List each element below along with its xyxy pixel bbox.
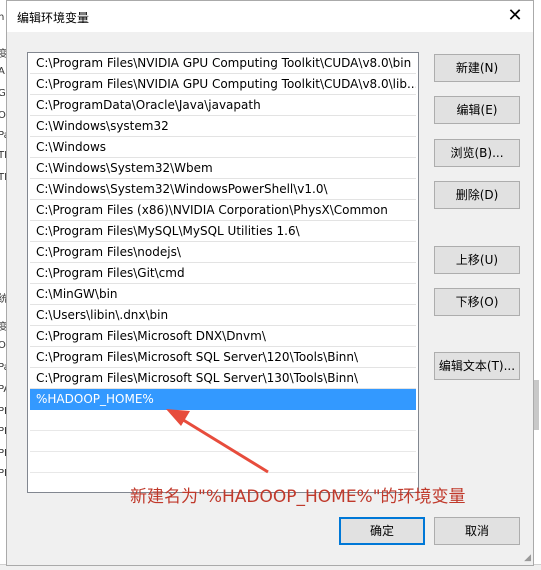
- ok-button[interactable]: 确定: [339, 517, 425, 545]
- background-window-glyph: O: [0, 110, 6, 121]
- close-icon[interactable]: ✕: [501, 3, 529, 29]
- path-list-item[interactable]: %HADOOP_HOME%: [30, 389, 416, 410]
- delete-button[interactable]: 删除(D): [434, 181, 520, 209]
- move-up-button[interactable]: 上移(U): [434, 246, 520, 274]
- path-list-item[interactable]: C:\Program Files\MySQL\MySQL Utilities 1…: [30, 221, 416, 242]
- path-list-item[interactable]: C:\Program Files\NVIDIA GPU Computing To…: [30, 74, 416, 95]
- dialog-titlebar: 编辑环境变量 ✕: [7, 1, 533, 32]
- path-list-item[interactable]: C:\Windows\system32: [30, 116, 416, 137]
- new-button[interactable]: 新建(N): [434, 54, 520, 82]
- path-list-item[interactable]: C:\Program Files\NVIDIA GPU Computing To…: [30, 53, 416, 74]
- move-down-button[interactable]: 下移(O): [434, 288, 520, 316]
- path-list-empty-row[interactable]: [30, 431, 416, 452]
- path-list-item[interactable]: C:\Windows\System32\WindowsPowerShell\v1…: [30, 179, 416, 200]
- edit-text-button[interactable]: 编辑文本(T)...: [434, 352, 520, 380]
- path-list-item[interactable]: C:\Program Files\Microsoft SQL Server\13…: [30, 368, 416, 389]
- browse-button[interactable]: 浏览(B)...: [434, 139, 520, 167]
- path-list-item[interactable]: C:\Program Files\nodejs\: [30, 242, 416, 263]
- path-list-item[interactable]: C:\Program Files\Microsoft SQL Server\12…: [30, 347, 416, 368]
- edit-button[interactable]: 编辑(E): [434, 96, 520, 124]
- path-list-item[interactable]: C:\Program Files (x86)\NVIDIA Corporatio…: [30, 200, 416, 221]
- dialog-title: 编辑环境变量: [17, 11, 90, 25]
- path-list-item[interactable]: C:\ProgramData\Oracle\Java\javapath: [30, 95, 416, 116]
- path-list-item[interactable]: C:\Program Files\Microsoft DNX\Dnvm\: [30, 326, 416, 347]
- path-list-item[interactable]: C:\Windows: [30, 137, 416, 158]
- path-list-empty-row[interactable]: [30, 410, 416, 431]
- background-window-glyph: G: [0, 88, 6, 99]
- background-window-glyph: O: [0, 340, 6, 351]
- background-window-glyph: A: [0, 66, 5, 77]
- annotation-text: 新建名为"%HADOOP_HOME%"的环境变量: [130, 487, 466, 507]
- resize-grip-icon[interactable]: ◢: [524, 553, 531, 563]
- path-list-item[interactable]: C:\MinGW\bin: [30, 284, 416, 305]
- background-window-glyph: n: [0, 12, 5, 23]
- path-list-item[interactable]: C:\Program Files\Git\cmd: [30, 263, 416, 284]
- path-list-item[interactable]: C:\Windows\System32\Wbem: [30, 158, 416, 179]
- background-scrollbar-thumb[interactable]: [534, 380, 539, 430]
- path-list-empty-row[interactable]: [30, 452, 416, 473]
- path-list-item[interactable]: C:\Users\libin\.dnx\bin: [30, 305, 416, 326]
- cancel-button[interactable]: 取消: [434, 517, 520, 545]
- path-list[interactable]: C:\Program Files\NVIDIA GPU Computing To…: [27, 52, 419, 493]
